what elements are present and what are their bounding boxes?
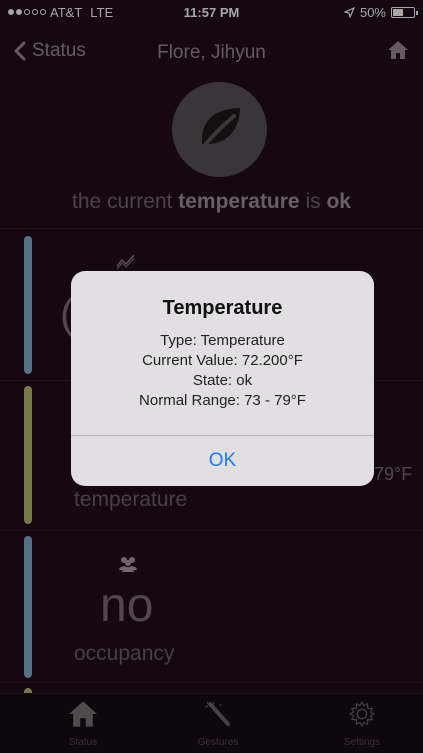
alert-line-normal-range: Normal Range: 73 - 79°F xyxy=(139,392,306,409)
temperature-alert-dialog: Temperature Type: Temperature Current Va… xyxy=(71,271,374,486)
alert-line-current-value: Current Value: 72.200°F xyxy=(142,352,303,369)
app-screen: AT&T LTE 11:57 PM 50% Status Flore, Jihy… xyxy=(0,0,423,753)
alert-ok-button[interactable]: OK xyxy=(71,436,374,486)
alert-line-type: Type: Temperature xyxy=(160,332,285,349)
alert-message: Type: Temperature Current Value: 72.200°… xyxy=(71,331,374,411)
alert-title: Temperature xyxy=(162,297,283,319)
alert-line-state: State: ok xyxy=(192,372,253,389)
